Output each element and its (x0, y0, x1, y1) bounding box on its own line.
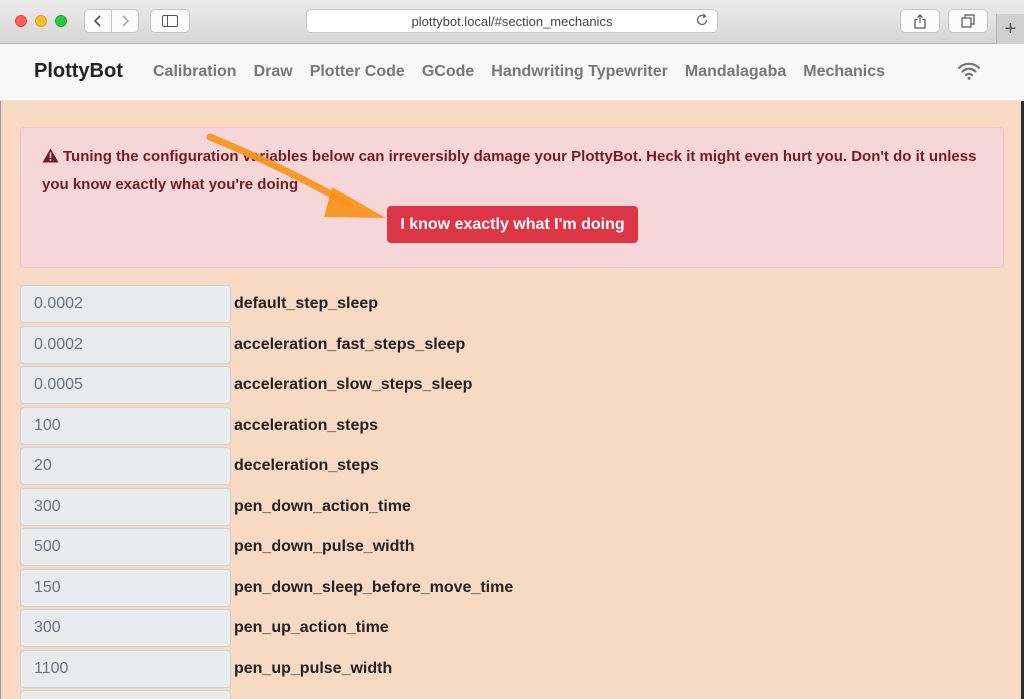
config-name-label: pen_down_sleep_before_move_time (234, 578, 514, 596)
config-name-label: deceleration_steps (234, 457, 379, 474)
confirm-unlock-button[interactable]: I know exactly what I'm doing (387, 206, 638, 243)
address-bar[interactable]: plottybot.local/#section_mechanics (306, 9, 718, 33)
nav-link-handwriting-typewriter[interactable]: Handwriting Typewriter (491, 63, 668, 81)
chevron-right-icon (122, 15, 129, 27)
sidebar-toggle-button[interactable] (150, 9, 190, 33)
config-name-label: acceleration_slow_steps_sleep (234, 376, 473, 393)
config-value-field[interactable]: 0.0002 (20, 285, 231, 323)
chevron-left-icon (94, 15, 101, 27)
nav-link-plotter-code[interactable]: Plotter Code (310, 63, 405, 81)
browser-chrome: plottybot.local/#section_mechanics + (0, 0, 1024, 44)
forward-button[interactable] (112, 9, 139, 33)
reload-icon[interactable] (695, 13, 709, 30)
url-text: plottybot.local/#section_mechanics (411, 13, 613, 29)
brand-logo[interactable]: PlottyBot (34, 60, 123, 83)
alert-message-container: Tuning the configuration variables below… (42, 144, 982, 198)
nav-link-mechanics[interactable]: Mechanics (803, 63, 885, 81)
new-tab-button[interactable]: + (996, 14, 1024, 44)
config-value-field[interactable]: 1100 (20, 649, 231, 688)
nav-links: Calibration Draw Plotter Code GCode Hand… (153, 63, 902, 81)
nav-link-draw[interactable]: Draw (254, 63, 293, 81)
share-icon (914, 13, 926, 29)
config-name-label: pen_down_pulse_width (234, 538, 415, 555)
mechanics-section: Tuning the configuration variables below… (0, 101, 1024, 699)
config-value-field[interactable]: 0.0005 (20, 366, 231, 404)
config-value-field[interactable]: 500 (20, 528, 231, 566)
config-value-field[interactable] (20, 690, 231, 699)
config-name-label: pen_up_action_time (234, 619, 389, 636)
config-value-field[interactable]: 150 (20, 568, 231, 607)
close-window-button[interactable] (15, 15, 27, 27)
config-value-field[interactable]: 100 (20, 406, 231, 445)
share-button[interactable] (900, 9, 940, 33)
config-value-field[interactable]: 300 (20, 609, 231, 647)
config-value-field[interactable]: 0.0002 (20, 325, 231, 364)
alert-message: Tuning the configuration variables below… (42, 148, 977, 193)
config-name-label: pen_down_action_time (234, 497, 411, 515)
config-name-label: acceleration_steps (234, 416, 379, 434)
show-tabs-button[interactable] (948, 9, 988, 33)
warning-icon (42, 146, 59, 172)
wifi-icon (957, 61, 981, 81)
config-name-label: default_step_sleep (234, 295, 379, 312)
config-name-label: pen_up_pulse_width (234, 659, 393, 677)
tabs-icon (961, 14, 975, 28)
navbar: PlottyBot Calibration Draw Plotter Code … (0, 44, 1024, 101)
danger-alert: Tuning the configuration variables below… (20, 127, 1004, 268)
zoom-window-button[interactable] (55, 15, 67, 27)
nav-link-mandalagaba[interactable]: Mandalagaba (685, 63, 786, 81)
config-name-label: acceleration_fast_steps_sleep (234, 335, 466, 353)
minimize-window-button[interactable] (35, 15, 47, 27)
plus-icon: + (1004, 17, 1017, 40)
nav-link-calibration[interactable]: Calibration (153, 63, 237, 81)
config-value-field[interactable]: 300 (20, 487, 231, 526)
back-button[interactable] (84, 9, 112, 33)
config-value-field[interactable]: 20 (20, 447, 231, 485)
nav-link-gcode[interactable]: GCode (422, 63, 474, 81)
sidebar-icon (162, 15, 178, 27)
